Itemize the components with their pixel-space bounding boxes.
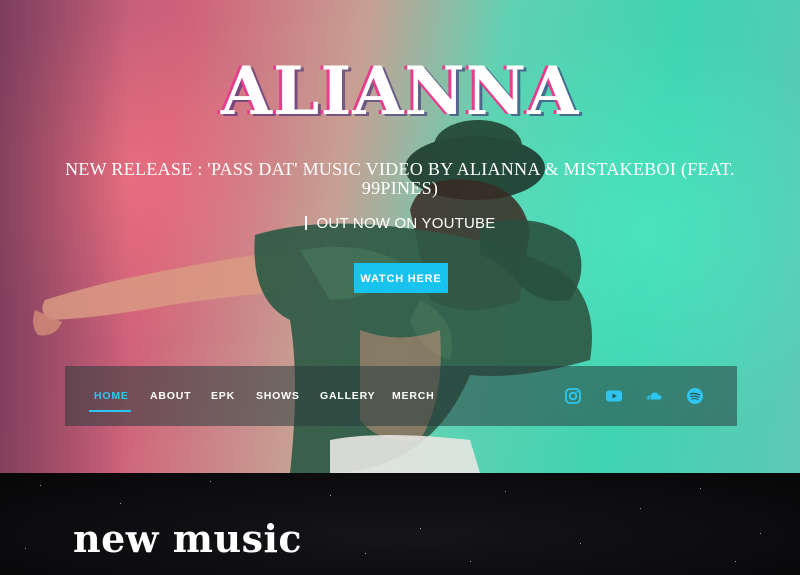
star [330, 495, 331, 496]
star [40, 485, 41, 486]
nav-item-merch[interactable]: MERCH [392, 390, 435, 402]
star [420, 528, 421, 529]
star [735, 561, 736, 562]
nav-item-home[interactable]: HOME [94, 390, 129, 402]
hero-banner: ALIANNA NEW RELEASE : 'PASS DAT' MUSIC V… [0, 0, 800, 473]
section-heading: new music [73, 516, 303, 561]
spotify-icon[interactable] [686, 387, 704, 405]
star [25, 548, 26, 549]
star [365, 553, 366, 554]
new-music-section: new music [0, 473, 800, 575]
star [760, 533, 761, 534]
nav-item-epk[interactable]: EPK [211, 390, 235, 402]
artist-title: ALIANNA [220, 52, 580, 130]
star [470, 561, 471, 562]
star [120, 503, 121, 504]
nav-item-gallery[interactable]: GALLERY [320, 390, 375, 402]
nav-active-indicator [89, 410, 131, 412]
nav-item-shows[interactable]: SHOWS [256, 390, 300, 402]
main-nav: HOME ABOUT EPK SHOWS GALLERY MERCH [65, 366, 737, 426]
divider-bar [304, 216, 307, 230]
out-now-text: OUT NOW ON YOUTUBE [316, 215, 496, 232]
nav-item-about[interactable]: ABOUT [150, 390, 191, 402]
out-now-line: OUT NOW ON YOUTUBE [0, 215, 800, 232]
star [580, 543, 581, 544]
star [505, 491, 506, 492]
soundcloud-icon[interactable] [645, 387, 663, 405]
star [640, 508, 641, 509]
youtube-icon[interactable] [605, 387, 623, 405]
release-headline: NEW RELEASE : 'PASS DAT' MUSIC VIDEO BY … [65, 159, 735, 198]
star [700, 488, 701, 489]
watch-here-button[interactable]: WATCH HERE [354, 263, 448, 293]
instagram-icon[interactable] [564, 387, 582, 405]
star [210, 481, 211, 482]
